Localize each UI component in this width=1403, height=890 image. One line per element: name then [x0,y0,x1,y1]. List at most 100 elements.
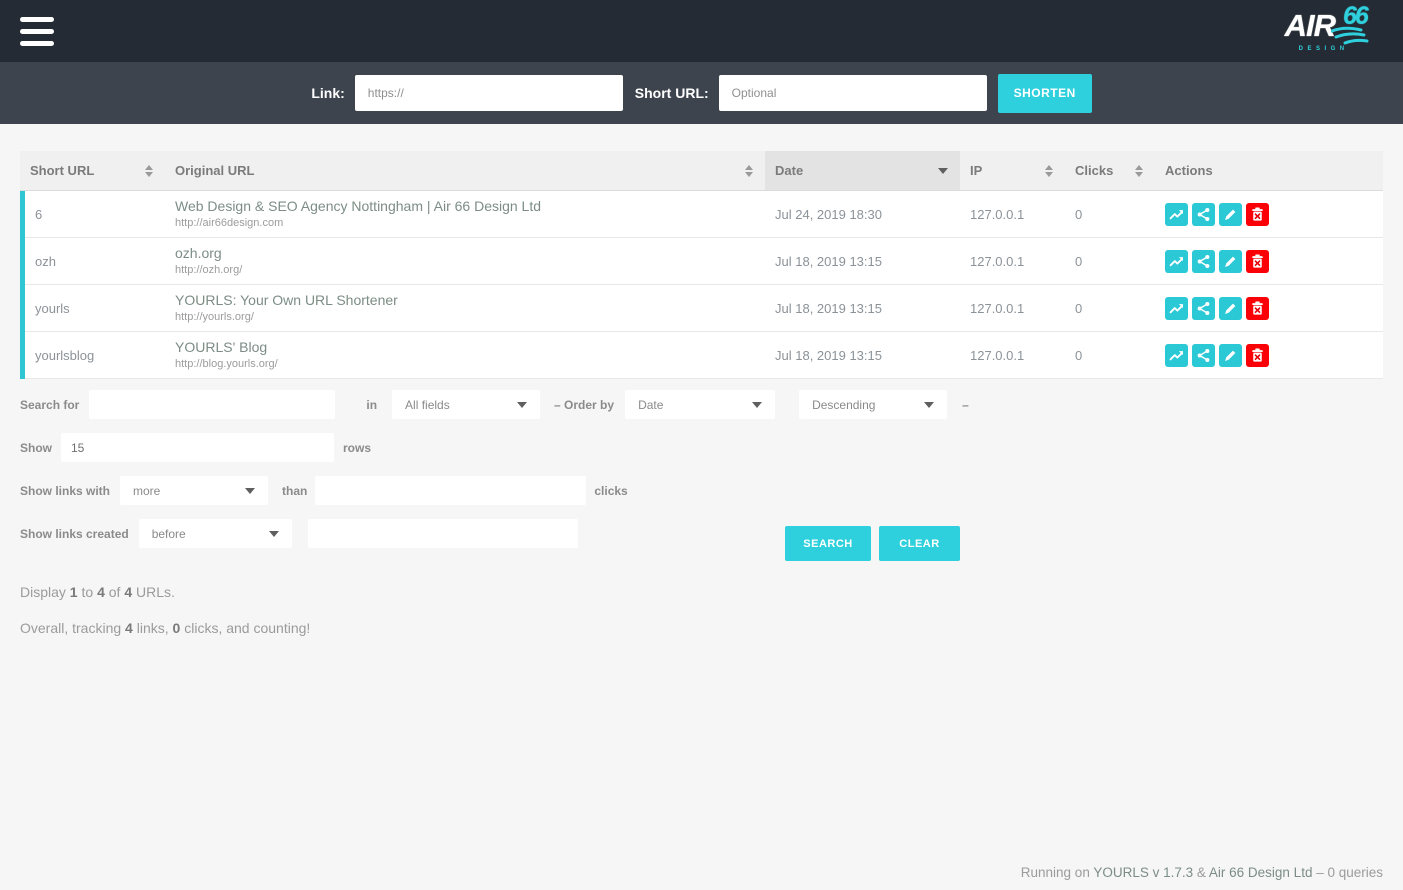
ip-cell: 127.0.0.1 [960,238,1065,284]
order-by-label: – Order by [554,398,614,412]
air66-footer-link[interactable]: Air 66 Design Ltd [1209,865,1313,880]
links-created-select[interactable]: before [139,519,292,548]
date-cell: Jul 18, 2019 13:15 [765,238,960,284]
original-url-cell: YOURLS' Blog http://blog.yourls.org/ [165,332,765,378]
queries-count-text: – 0 queries [1312,865,1383,880]
original-url-link[interactable]: ozh.org [175,245,222,262]
results-summary: Display 1 to 4 of 4 URLs. Overall, track… [20,584,1383,636]
order-by-select[interactable]: Date [625,390,775,419]
delete-icon[interactable] [1246,250,1269,273]
show-links-created-label: Show links created [20,527,129,541]
share-icon[interactable] [1192,297,1215,320]
links-with-select[interactable]: more [120,476,268,505]
column-header-clicks[interactable]: Clicks [1065,151,1155,190]
column-header-short-url[interactable]: Short URL [20,151,165,190]
sort-icon [145,165,153,177]
created-date-input[interactable] [308,519,578,548]
original-url-text: http://air66design.com [175,216,283,230]
edit-icon[interactable] [1219,250,1242,273]
row-actions [1165,203,1269,226]
sort-desc-icon [938,168,948,174]
show-rows-input[interactable] [61,433,334,462]
row-actions [1165,297,1269,320]
sort-icon [745,165,753,177]
filters-panel: Search for in All fields – Order by Date… [20,390,1383,561]
in-label: in [366,398,377,412]
original-url-text: http://ozh.org/ [175,263,242,277]
menu-hamburger-icon[interactable] [20,17,54,46]
short-url-cell: yourls [25,285,165,331]
edit-icon[interactable] [1219,344,1242,367]
table-header-row: Short URL Original URL Date IP Clicks Ac… [20,151,1383,191]
date-cell: Jul 24, 2019 18:30 [765,191,960,237]
table-row: 6 Web Design & SEO Agency Nottingham | A… [25,191,1383,238]
search-for-label: Search for [20,398,79,412]
column-header-actions: Actions [1155,151,1383,190]
order-direction-select[interactable]: Descending [799,390,947,419]
original-url-cell: Web Design & SEO Agency Nottingham | Air… [165,191,765,237]
than-label: than [282,484,307,498]
short-url-cell: 6 [25,191,165,237]
edit-icon[interactable] [1219,297,1242,320]
delete-icon[interactable] [1246,203,1269,226]
short-url-cell: ozh [25,238,165,284]
short-url-input[interactable] [719,75,987,111]
overall-tracking-text: Overall, tracking 4 links, 0 clicks, and… [20,620,1383,636]
link-input[interactable] [355,75,623,111]
main-content: Short URL Original URL Date IP Clicks Ac… [0,151,1403,890]
delete-icon[interactable] [1246,297,1269,320]
air66-logo[interactable]: AIR 66 DESIGN [1285,10,1385,52]
show-label: Show [20,441,52,455]
dash-text: – [962,398,969,412]
original-url-text: http://blog.yourls.org/ [175,357,278,371]
short-url-cell: yourlsblog [25,332,165,378]
search-input[interactable] [89,390,335,419]
top-bar: AIR 66 DESIGN [0,0,1403,62]
original-url-link[interactable]: YOURLS: Your Own URL Shortener [175,292,398,309]
chevron-down-icon [924,402,934,408]
stats-icon[interactable] [1165,297,1188,320]
clear-button[interactable]: CLEAR [879,526,960,561]
row-actions [1165,250,1269,273]
column-header-date[interactable]: Date [765,151,960,190]
original-url-cell: ozh.org http://ozh.org/ [165,238,765,284]
original-url-cell: YOURLS: Your Own URL Shortener http://yo… [165,285,765,331]
share-icon[interactable] [1192,250,1215,273]
row-actions [1165,344,1269,367]
clicks-cell: 0 [1065,238,1155,284]
links-table: Short URL Original URL Date IP Clicks Ac… [20,151,1383,379]
chevron-down-icon [517,402,527,408]
column-header-ip[interactable]: IP [960,151,1065,190]
clicks-cell: 0 [1065,332,1155,378]
ip-cell: 127.0.0.1 [960,191,1065,237]
column-header-original-url[interactable]: Original URL [165,151,765,190]
search-in-select[interactable]: All fields [392,390,540,419]
share-icon[interactable] [1192,203,1215,226]
stats-icon[interactable] [1165,344,1188,367]
delete-icon[interactable] [1246,344,1269,367]
clicks-label: clicks [594,484,627,498]
edit-icon[interactable] [1219,203,1242,226]
running-on-text: Running on [1021,865,1094,880]
stats-icon[interactable] [1165,203,1188,226]
link-label: Link: [311,85,344,101]
share-icon[interactable] [1192,344,1215,367]
search-button[interactable]: SEARCH [785,526,871,561]
footer: Running on YOURLS v 1.7.3 & Air 66 Desig… [1021,865,1383,880]
original-url-link[interactable]: YOURLS' Blog [175,339,267,356]
logo-air-text: AIR [1285,10,1335,41]
original-url-link[interactable]: Web Design & SEO Agency Nottingham | Air… [175,198,541,215]
chevron-down-icon [752,402,762,408]
shorten-bar: Link: Short URL: SHORTEN [0,62,1403,124]
chevron-down-icon [245,488,255,494]
clicks-threshold-input[interactable] [315,476,586,505]
sort-icon [1135,165,1143,177]
shorten-button[interactable]: SHORTEN [998,74,1092,113]
stats-icon[interactable] [1165,250,1188,273]
rows-label: rows [343,441,371,455]
chevron-down-icon [269,531,279,537]
yourls-version-link[interactable]: YOURLS v 1.7.3 [1093,865,1193,880]
ip-cell: 127.0.0.1 [960,332,1065,378]
table-body: 6 Web Design & SEO Agency Nottingham | A… [20,191,1383,379]
original-url-text: http://yourls.org/ [175,310,254,324]
